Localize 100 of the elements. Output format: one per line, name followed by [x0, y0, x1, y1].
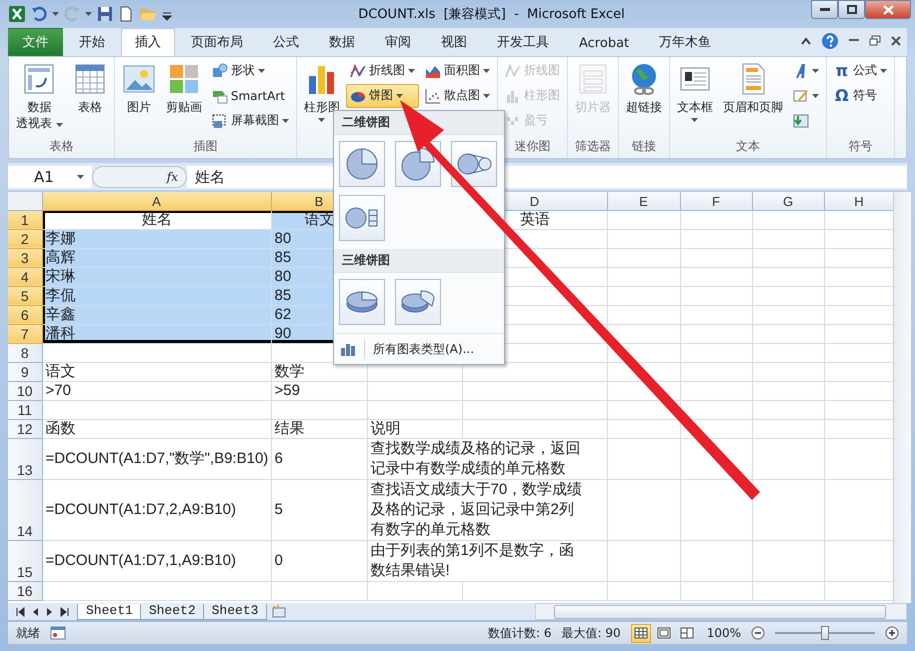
menu-item[interactable]: 所有图表类型(A)...: [334, 333, 504, 364]
table-cell: 宋琳: [42, 267, 271, 286]
ribbon-tab[interactable]: Acrobat: [565, 30, 644, 56]
chart-type-button[interactable]: [339, 195, 385, 241]
row-header[interactable]: 14: [8, 479, 42, 540]
row-header[interactable]: 11: [8, 400, 42, 420]
file-tab[interactable]: 文件: [8, 28, 63, 56]
macro-record-icon[interactable]: [50, 626, 66, 640]
column-header[interactable]: F: [680, 192, 752, 210]
ribbon-button[interactable]: 屏幕截图: [208, 108, 293, 133]
ribbon-button[interactable]: 超链接: [622, 58, 666, 138]
collapse-ribbon-icon[interactable]: [801, 36, 811, 45]
ribbon-tab[interactable]: 开始: [65, 28, 119, 56]
ribbon-tab[interactable]: 开发工具: [483, 28, 563, 56]
chart-type-button[interactable]: [451, 141, 497, 187]
ribbon-tab[interactable]: 页面布局: [177, 28, 257, 56]
excel-logo-icon[interactable]: [8, 4, 26, 23]
chart-type-button[interactable]: [339, 279, 385, 325]
horizontal-scrollbar[interactable]: [535, 603, 907, 620]
ribbon-button[interactable]: π 公式: [830, 58, 891, 83]
ribbon-button[interactable]: 数据 透视表: [12, 58, 67, 138]
ribbon-tab[interactable]: 数据: [315, 28, 369, 56]
ribbon-tab[interactable]: 万年木鱼: [645, 28, 726, 56]
row-header[interactable]: 10: [8, 381, 42, 400]
ribbon-button[interactable]: 表格: [68, 58, 111, 138]
row-header[interactable]: 1: [8, 210, 42, 230]
caret-icon: [318, 118, 326, 122]
new-document-icon[interactable]: [118, 6, 134, 22]
close-icon[interactable]: [891, 36, 901, 46]
row-header[interactable]: 4: [8, 267, 42, 286]
column-header[interactable]: A: [42, 192, 271, 210]
sheet-nav-icon[interactable]: [59, 606, 71, 617]
table-cell: [752, 581, 824, 600]
table-cell: 查找语文成绩大于70，数学成绩及格的记录，返回记录中第2列有数字的单元格数: [367, 479, 607, 540]
insert-function-button[interactable]: fx: [92, 166, 187, 188]
row-header[interactable]: 7: [8, 324, 42, 344]
sheet-tab[interactable]: Sheet1: [77, 604, 142, 620]
table-cell: [752, 381, 824, 400]
row-header[interactable]: 13: [8, 438, 42, 480]
restore-icon[interactable]: [869, 35, 881, 46]
row-header[interactable]: 3: [8, 248, 42, 268]
row-header[interactable]: 6: [8, 305, 42, 324]
ribbon-tab[interactable]: 视图: [427, 28, 481, 56]
ribbon-button[interactable]: 饼图: [346, 84, 419, 108]
column-header[interactable]: E: [607, 192, 680, 210]
table-cell: 语文: [42, 362, 271, 382]
row-header[interactable]: 5: [8, 286, 42, 306]
column-header[interactable]: G: [752, 192, 824, 210]
sheet-tab[interactable]: Sheet3: [202, 604, 268, 620]
ribbon-button[interactable]: 形状: [208, 58, 293, 83]
row-header[interactable]: 8: [8, 343, 42, 362]
minimize-button[interactable]: [811, 0, 838, 19]
row-header[interactable]: 16: [8, 581, 42, 600]
table-cell: [680, 229, 752, 248]
maximize-button[interactable]: [838, 0, 865, 19]
table-cell: 查找数学成绩及格的记录，返回记录中有数学成绩的单元格数: [367, 438, 607, 480]
table-cell: [752, 267, 824, 286]
table-cell: [680, 362, 752, 382]
chart-type-button[interactable]: [339, 141, 385, 187]
vertical-scrollbar[interactable]: [893, 192, 911, 604]
caret-icon: [396, 94, 403, 98]
table-cell: [752, 343, 824, 362]
sheet-tab[interactable]: Sheet2: [140, 604, 205, 620]
help-icon[interactable]: [821, 32, 839, 50]
table-cell: 5: [271, 479, 367, 540]
status-text: 最大值: 90: [562, 624, 621, 642]
ribbon-button[interactable]: 图片: [118, 58, 160, 138]
ribbon-button[interactable]: 页眉和页脚: [718, 58, 787, 138]
ribbon-button[interactable]: 剪贴画: [162, 58, 206, 138]
table-cell: [752, 305, 824, 324]
row-header[interactable]: 15: [8, 540, 42, 582]
row-header[interactable]: 9: [8, 362, 42, 382]
row-header[interactable]: 12: [8, 419, 42, 438]
ribbon-button[interactable]: 折线图: [346, 58, 419, 83]
zoom-level[interactable]: 100%: [706, 626, 741, 640]
zoom-in-icon[interactable]: [885, 626, 899, 640]
ribbon-tab[interactable]: 插入: [121, 28, 175, 56]
ribbon-tab[interactable]: 公式: [259, 28, 313, 56]
zoom-out-icon[interactable]: [751, 626, 765, 640]
table-cell: [752, 419, 824, 438]
ribbon-button[interactable]: SmartArt: [208, 84, 293, 108]
table-cell: [752, 229, 824, 248]
group-label: 表格: [48, 138, 74, 155]
group-label: 迷你图: [513, 138, 552, 155]
ribbon-button[interactable]: 文本框: [672, 58, 717, 138]
save-icon[interactable]: [97, 6, 113, 22]
chart-type-button[interactable]: [395, 279, 441, 325]
close-button[interactable]: [865, 0, 911, 19]
ribbon-button[interactable]: Ω 符号: [830, 84, 891, 108]
caret-icon: [482, 94, 490, 98]
name-box[interactable]: A1: [8, 166, 92, 188]
view-button[interactable]: [630, 624, 651, 643]
ribbon-tab[interactable]: 审阅: [371, 28, 425, 56]
ribbon-button[interactable]: 散点图: [420, 84, 494, 108]
table-cell: >70: [42, 381, 271, 400]
column-header[interactable]: H: [824, 192, 894, 210]
sheet-nav-icon[interactable]: [14, 606, 26, 617]
undo-icon[interactable]: [31, 6, 47, 22]
ribbon-button[interactable]: 面积图: [420, 58, 494, 83]
row-header[interactable]: 2: [8, 229, 42, 248]
